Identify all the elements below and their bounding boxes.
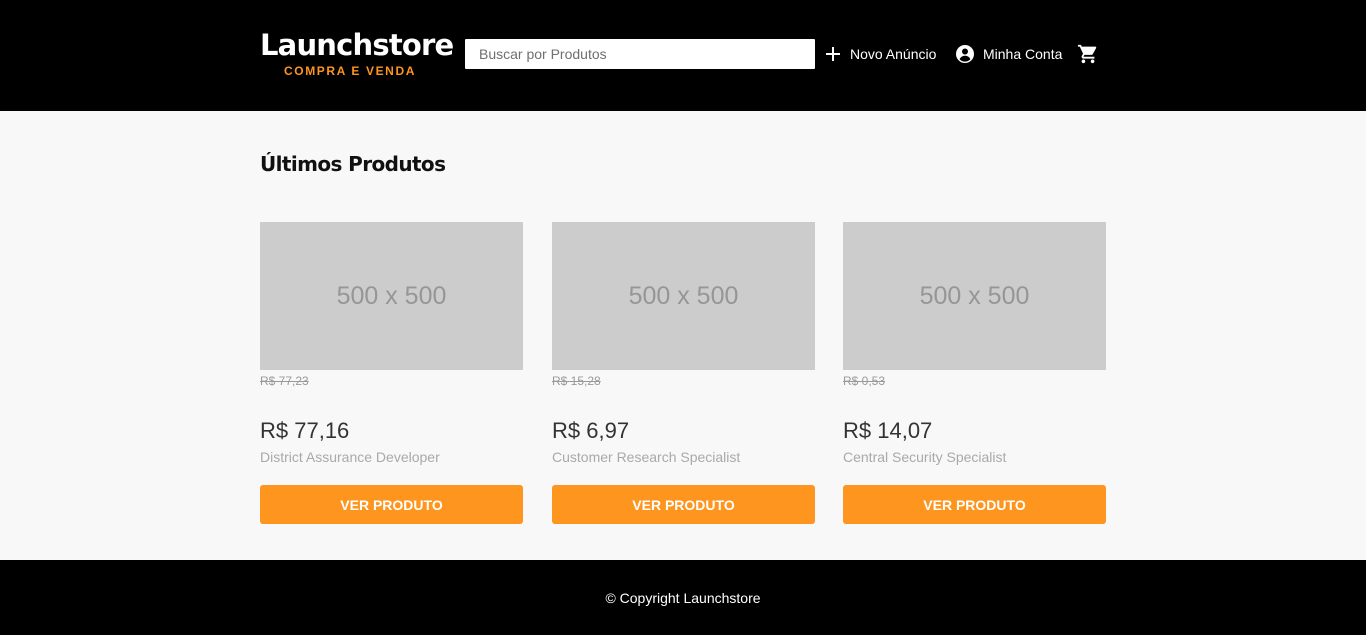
- new-ad-link[interactable]: Novo Anúncio: [825, 40, 936, 68]
- my-account-label: Minha Conta: [983, 46, 1063, 62]
- product-image-placeholder: 500 x 500: [260, 222, 523, 370]
- product-old-price: R$ 77,23: [260, 374, 309, 388]
- account-circle-icon: [955, 44, 975, 64]
- logo-subtitle: COMPRA E VENDA: [284, 64, 416, 78]
- logo-link[interactable]: Launchstore COMPRA E VENDA: [260, 27, 454, 78]
- cart-link[interactable]: [1077, 40, 1099, 68]
- product-card: 500 x 500 R$ 15,28 R$ 6,97 Customer Rese…: [552, 222, 815, 524]
- view-product-button[interactable]: VER PRODUTO: [260, 485, 523, 524]
- shopping-cart-icon: [1077, 43, 1099, 65]
- product-card: 500 x 500 R$ 0,53 R$ 14,07 Central Secur…: [843, 222, 1106, 524]
- view-product-button[interactable]: VER PRODUTO: [843, 485, 1106, 524]
- product-name: District Assurance Developer: [260, 449, 440, 465]
- plus-icon: [825, 46, 841, 62]
- copyright-text: © Copyright Launchstore: [605, 589, 761, 606]
- logo-title: Launchstore: [260, 28, 454, 62]
- new-ad-label: Novo Anúncio: [850, 46, 937, 62]
- site-footer: © Copyright Launchstore: [0, 560, 1366, 635]
- product-old-price: R$ 15,28: [552, 374, 601, 388]
- product-old-price: R$ 0,53: [843, 374, 886, 388]
- product-card: 500 x 500 R$ 77,23 R$ 77,16 District Ass…: [260, 222, 523, 524]
- my-account-link[interactable]: Minha Conta: [955, 40, 1062, 68]
- product-image-placeholder: 500 x 500: [552, 222, 815, 370]
- product-price: R$ 14,07: [843, 418, 933, 443]
- section-title: Últimos Produtos: [260, 152, 446, 176]
- product-price: R$ 77,16: [260, 418, 350, 443]
- view-product-button[interactable]: VER PRODUTO: [552, 485, 815, 524]
- search-input[interactable]: [465, 39, 815, 69]
- site-header: Launchstore COMPRA E VENDA Novo Anúncio …: [0, 0, 1366, 111]
- product-name: Customer Research Specialist: [552, 449, 741, 465]
- product-name: Central Security Specialist: [843, 449, 1007, 465]
- main-content: Últimos Produtos 500 x 500 R$ 77,23 R$ 7…: [0, 111, 1366, 560]
- product-image-placeholder: 500 x 500: [843, 222, 1106, 370]
- product-price: R$ 6,97: [552, 418, 630, 443]
